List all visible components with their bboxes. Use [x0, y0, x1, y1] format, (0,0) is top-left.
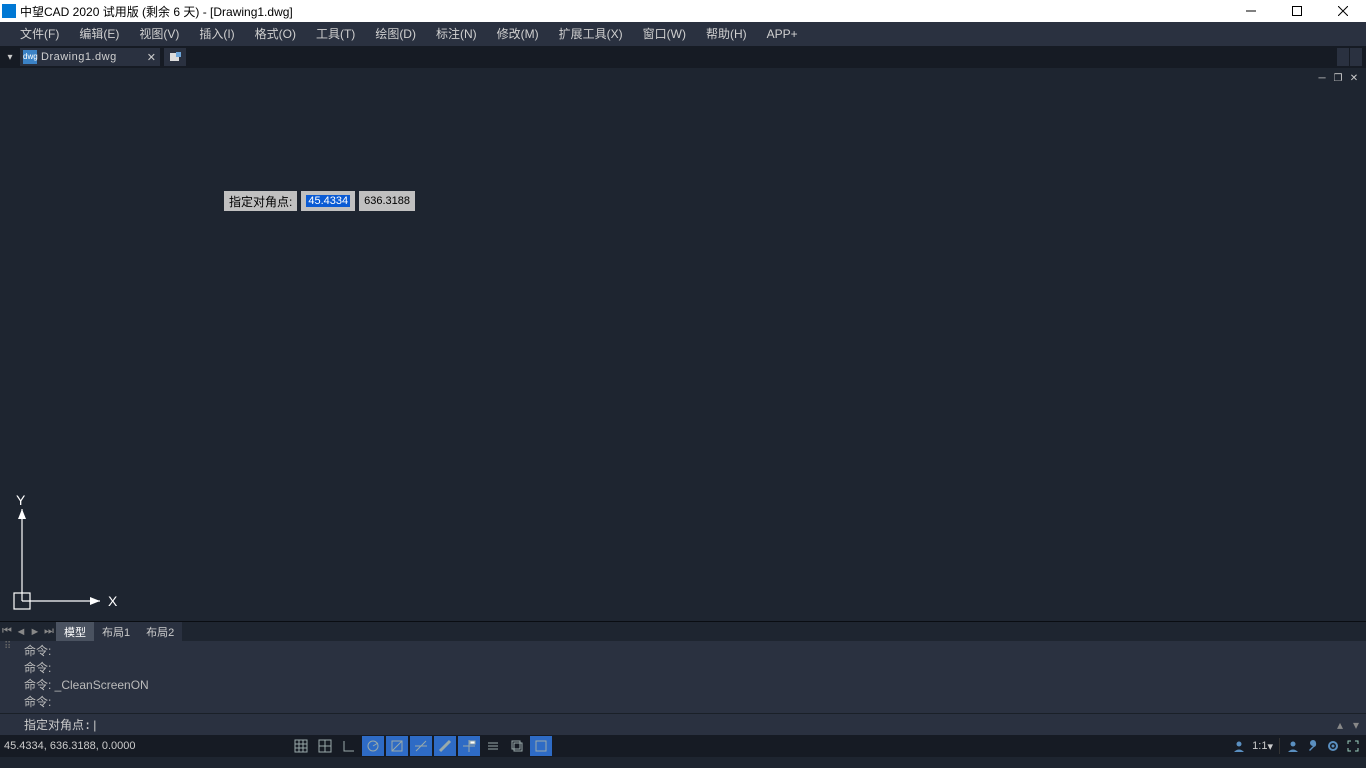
anno-scale[interactable]: 1:1 ▾: [1252, 740, 1273, 753]
ortho[interactable]: [338, 736, 360, 756]
menu-format[interactable]: 格式(O): [245, 22, 306, 46]
command-history: ⠿ 命令: 命令: 命令: _CleanScreenON 命令:: [0, 641, 1366, 713]
window-title-bar: 中望CAD 2020 试用版 (剩余 6 天) - [Drawing1.dwg]: [0, 0, 1366, 22]
tab-dropdown[interactable]: ▾: [0, 52, 20, 63]
maximize-button[interactable]: [1274, 0, 1320, 22]
window-controls: [1228, 0, 1366, 22]
menu-app[interactable]: APP+: [757, 22, 808, 46]
drawing-canvas[interactable]: 指定对角点: 45.4334 636.3188 X Y: [0, 88, 1366, 621]
menu-edit[interactable]: 编辑(E): [69, 22, 129, 46]
panel-grip[interactable]: ⠿: [4, 641, 18, 652]
command-prompt: 指定对角点:: [24, 716, 91, 733]
cmd-line: 命令:: [24, 643, 1358, 660]
command-input[interactable]: |: [93, 718, 96, 732]
model-space[interactable]: [530, 736, 552, 756]
ucs-icon: X Y: [8, 493, 118, 613]
fullscreen-icon[interactable]: [1346, 739, 1360, 753]
layout-tabs: ⏮ ◄ ► ⏭ 模型 布局1 布局2: [0, 621, 1366, 641]
cycling[interactable]: [482, 736, 504, 756]
otrack[interactable]: [410, 736, 432, 756]
dynamic-input-1[interactable]: 45.4334: [301, 191, 355, 211]
new-doc-icon: [169, 52, 181, 62]
lineweight[interactable]: [434, 736, 456, 756]
minimize-button[interactable]: [1228, 0, 1274, 22]
menu-help[interactable]: 帮助(H): [696, 22, 757, 46]
menu-file[interactable]: 文件(F): [10, 22, 69, 46]
cmd-line: 命令:: [24, 660, 1358, 677]
app-icon: [2, 4, 16, 18]
document-tab[interactable]: dwg Drawing1.dwg ✕: [20, 48, 160, 66]
person2-icon[interactable]: [1286, 739, 1300, 753]
osnap[interactable]: [386, 736, 408, 756]
close-button[interactable]: [1320, 0, 1366, 22]
tab-nav-left[interactable]: [1337, 48, 1349, 66]
status-right: 1:1 ▾: [1232, 738, 1366, 754]
cmd-line: 命令: _CleanScreenON: [24, 677, 1358, 694]
cmd-line: 命令:: [24, 694, 1358, 711]
command-input-row: 指定对角点: | ▴ ▾: [0, 713, 1366, 735]
menu-draw[interactable]: 绘图(D): [365, 22, 426, 46]
dynamic-input: 指定对角点: 45.4334 636.3188: [224, 191, 415, 211]
layout-2[interactable]: 布局2: [138, 622, 182, 642]
layout-nav-prev[interactable]: ◄: [14, 625, 28, 639]
menu-tools[interactable]: 工具(T): [306, 22, 365, 46]
cmd-scroll-down[interactable]: ▾: [1348, 718, 1364, 732]
cmd-scroll-up[interactable]: ▴: [1332, 718, 1348, 732]
svg-text:Y: Y: [16, 493, 26, 508]
layout-nav-next[interactable]: ►: [28, 625, 42, 639]
status-bar: 45.4334, 636.3188, 0.0000 1:1 ▾: [0, 735, 1366, 757]
mdi-minimize[interactable]: ─: [1314, 73, 1330, 84]
layout-nav-last[interactable]: ⏭: [42, 625, 56, 639]
mdi-close[interactable]: ✕: [1346, 73, 1362, 84]
status-coords: 45.4334, 636.3188, 0.0000: [0, 740, 290, 752]
tab-nav-right[interactable]: [1350, 48, 1362, 66]
separator: [1279, 738, 1280, 754]
menu-modify[interactable]: 修改(M): [487, 22, 549, 46]
menu-dimension[interactable]: 标注(N): [426, 22, 487, 46]
tab-close-icon[interactable]: ✕: [147, 51, 156, 64]
wrench-icon[interactable]: [1306, 739, 1320, 753]
polar[interactable]: [362, 736, 384, 756]
dwg-icon: dwg: [23, 50, 37, 64]
layout-model[interactable]: 模型: [56, 622, 94, 642]
menu-view[interactable]: 视图(V): [129, 22, 189, 46]
snap-grid[interactable]: [290, 736, 312, 756]
svg-text:X: X: [108, 593, 118, 609]
grid-display[interactable]: [314, 736, 336, 756]
selection-cycling[interactable]: [506, 736, 528, 756]
status-toggles: [290, 736, 552, 756]
document-tabs: ▾ dwg Drawing1.dwg ✕: [0, 46, 1366, 68]
menu-bar: 文件(F) 编辑(E) 视图(V) 插入(I) 格式(O) 工具(T) 绘图(D…: [0, 22, 1366, 46]
tab-nav: [1337, 48, 1366, 66]
gear-icon[interactable]: [1326, 739, 1340, 753]
layout-nav-first[interactable]: ⏮: [0, 625, 14, 639]
person-icon[interactable]: [1232, 739, 1246, 753]
dynamic-input-toggle[interactable]: [458, 736, 480, 756]
menu-express[interactable]: 扩展工具(X): [549, 22, 633, 46]
window-title: 中望CAD 2020 试用版 (剩余 6 天) - [Drawing1.dwg]: [20, 3, 1228, 20]
layout-1[interactable]: 布局1: [94, 622, 138, 642]
menu-insert[interactable]: 插入(I): [189, 22, 244, 46]
dynamic-input-label: 指定对角点:: [224, 191, 297, 211]
mdi-controls: ─ ❐ ✕: [0, 68, 1366, 88]
mdi-restore[interactable]: ❐: [1330, 73, 1346, 84]
document-tab-label: Drawing1.dwg: [41, 51, 117, 63]
new-tab-button[interactable]: [164, 48, 186, 66]
dynamic-input-2[interactable]: 636.3188: [359, 191, 415, 211]
menu-window[interactable]: 窗口(W): [633, 22, 696, 46]
